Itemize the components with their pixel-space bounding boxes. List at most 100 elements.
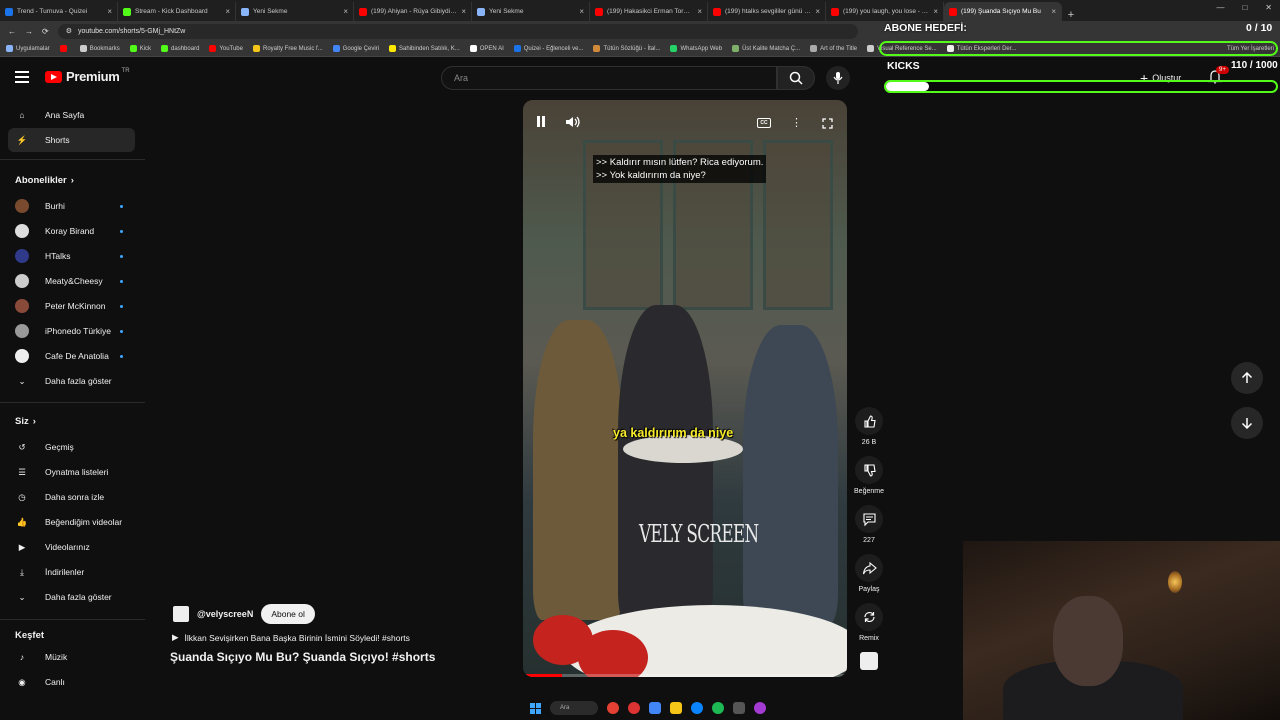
close-icon[interactable]: × xyxy=(461,7,466,16)
bookmark-item[interactable]: YouTube xyxy=(209,45,243,52)
sidebar-item-downloads[interactable]: ⤓ İndirilenler xyxy=(8,560,135,584)
search-input[interactable]: Ara xyxy=(441,66,777,90)
bookmark-item[interactable]: Uygulamalar xyxy=(6,45,50,52)
channel-avatar[interactable] xyxy=(173,606,189,622)
close-icon[interactable]: × xyxy=(697,7,702,16)
chrome-icon[interactable] xyxy=(607,702,619,714)
bookmark-item[interactable]: Tütün Sözlüğü - İtal... xyxy=(593,45,660,52)
address-bar[interactable]: ⚙ youtube.com/shorts/5-GMj_HNtZw xyxy=(57,23,858,39)
dislike-button[interactable] xyxy=(855,456,883,484)
previous-short-button[interactable] xyxy=(1231,362,1263,394)
sidebar-item-history[interactable]: ↺ Geçmiş xyxy=(8,435,135,459)
captions-icon[interactable]: CC xyxy=(757,118,771,128)
back-icon[interactable]: ← xyxy=(8,27,16,36)
subscribe-button[interactable]: Abone ol xyxy=(261,604,315,624)
remix-action[interactable]: Remix xyxy=(854,603,884,642)
more-options-icon[interactable]: ⋮ xyxy=(791,118,802,129)
browser-tab[interactable]: (199) Ahiyan - Rüya Gibiydin (l × xyxy=(354,2,472,21)
channel-name[interactable]: @velyscreeN xyxy=(197,609,253,619)
volume-icon[interactable] xyxy=(565,116,581,128)
voice-search-button[interactable] xyxy=(826,66,850,90)
comment-action[interactable]: 227 xyxy=(854,505,884,544)
browser-tab[interactable]: (199) you laugh, you lose - You × xyxy=(826,2,944,21)
bookmark-item[interactable]: Bookmarks xyxy=(79,45,120,52)
bookmark-item[interactable] xyxy=(59,45,70,52)
app-icon[interactable] xyxy=(733,702,745,714)
menu-icon[interactable] xyxy=(15,71,29,83)
subscriptions-heading[interactable]: Abonelikler › xyxy=(15,175,74,186)
subscription-item[interactable]: Burhi xyxy=(8,194,135,218)
bookmark-item[interactable]: Sahibinden Satılık, K... xyxy=(389,45,460,52)
browser-tab[interactable]: Yeni Sekme × xyxy=(472,2,590,21)
minimize-icon[interactable]: — xyxy=(1216,3,1224,12)
sidebar-item-shorts[interactable]: ⚡ Shorts xyxy=(8,128,135,152)
video-progress-bar[interactable] xyxy=(523,674,847,677)
remix-button[interactable] xyxy=(855,603,883,631)
browser-tab[interactable]: (199) Hakasikci Erman Toroğlu × xyxy=(590,2,708,21)
sidebar-item-liked[interactable]: 👍 Beğendiğim videolar xyxy=(8,510,135,534)
subscription-item[interactable]: Meaty&Cheesy xyxy=(8,269,135,293)
you-heading[interactable]: Siz › xyxy=(15,416,36,427)
close-window-icon[interactable]: ✕ xyxy=(1265,3,1272,12)
bookmark-item[interactable]: Royalty Free Music f... xyxy=(252,45,323,52)
bookmark-item[interactable]: Üst Kalite Matcha Ç... xyxy=(732,45,800,52)
close-icon[interactable]: × xyxy=(343,7,348,16)
bookmark-item[interactable]: WhatsApp Web xyxy=(670,45,722,52)
bookmark-item[interactable]: Kick xyxy=(129,45,151,52)
forward-icon[interactable]: → xyxy=(25,27,33,36)
bookmark-item[interactable]: OPEN AI xyxy=(469,45,504,52)
sidebar-item-live[interactable]: ◉ Canlı xyxy=(8,670,135,694)
show-more-button[interactable]: ⌄ Daha fazla göster xyxy=(8,369,135,393)
app-icon[interactable] xyxy=(754,702,766,714)
close-icon[interactable]: × xyxy=(579,7,584,16)
bookmark-item[interactable]: dashboard xyxy=(161,45,199,52)
folder-icon[interactable] xyxy=(670,702,682,714)
close-icon[interactable]: × xyxy=(933,7,938,16)
like-action[interactable]: 26 B xyxy=(854,407,884,446)
close-icon[interactable]: × xyxy=(107,7,112,16)
channel-thumb-button[interactable] xyxy=(854,652,884,670)
shorts-player[interactable]: CC ⋮ >> Kaldırır mısın lütfen? Rica ediy… xyxy=(523,100,847,677)
subscription-item[interactable]: iPhonedo Türkiye xyxy=(8,319,135,343)
browser-tab[interactable]: (199) Şuanda Sıçıyo Mu Bu × xyxy=(944,2,1062,21)
taskbar-search[interactable]: Ara xyxy=(550,701,598,715)
pause-icon[interactable] xyxy=(537,116,545,128)
browser-tab[interactable]: (199) htalks sevgililer günü özel × xyxy=(708,2,826,21)
next-short-button[interactable] xyxy=(1231,407,1263,439)
subscription-item[interactable]: Koray Birand xyxy=(8,219,135,243)
site-info-icon[interactable]: ⚙ xyxy=(66,27,72,35)
like-button[interactable] xyxy=(855,407,883,435)
sidebar-item-watch-later[interactable]: ◷ Daha sonra izle xyxy=(8,485,135,509)
video-title[interactable]: Şuanda Sıçıyo Mu Bu? Şuanda Sıçıyo! #sho… xyxy=(170,650,435,664)
sidebar-item-playlists[interactable]: ☰ Oynatma listeleri xyxy=(8,460,135,484)
bookmark-item[interactable]: Google Çeviri xyxy=(332,45,379,52)
app-icon[interactable] xyxy=(649,702,661,714)
bookmark-item[interactable]: Quizei - Eğlenceli ve... xyxy=(513,45,583,52)
show-more-button[interactable]: ⌄ Daha fazla göster xyxy=(8,585,135,609)
bookmark-item[interactable]: Art of the Title xyxy=(810,45,857,52)
close-icon[interactable]: × xyxy=(225,7,230,16)
app-icon[interactable] xyxy=(691,702,703,714)
new-tab-icon[interactable]: + xyxy=(1062,9,1080,21)
subscription-item[interactable]: Cafe De Anatolia xyxy=(8,344,135,368)
subscription-item[interactable]: Peter McKinnon xyxy=(8,294,135,318)
windows-start-icon[interactable] xyxy=(530,702,541,714)
comment-button[interactable] xyxy=(855,505,883,533)
browser-tab[interactable]: Yeni Sekme × xyxy=(236,2,354,21)
fullscreen-icon[interactable] xyxy=(822,118,833,129)
close-icon[interactable]: × xyxy=(1051,7,1056,16)
search-button[interactable] xyxy=(777,66,815,90)
app-icon[interactable] xyxy=(628,702,640,714)
browser-tab[interactable]: Stream - Kick Dashboard × xyxy=(118,2,236,21)
browser-tab[interactable]: Trend - Turnuva - Quizei × xyxy=(0,2,118,21)
maximize-icon[interactable]: □ xyxy=(1242,3,1247,12)
youtube-logo[interactable]: Premium TR xyxy=(45,68,130,84)
sidebar-item-music[interactable]: ♪ Müzik xyxy=(8,645,135,669)
related-video-link[interactable]: ▶ İlkkan Sevişirken Bana Başka Birinin İ… xyxy=(172,632,410,643)
share-action[interactable]: Paylaş xyxy=(854,554,884,593)
reload-icon[interactable]: ⟳ xyxy=(42,27,49,36)
dislike-action[interactable]: Beğenme xyxy=(854,456,884,495)
sidebar-item-home[interactable]: ⌂ Ana Sayfa xyxy=(8,103,135,127)
share-button[interactable] xyxy=(855,554,883,582)
spotify-icon[interactable] xyxy=(712,702,724,714)
